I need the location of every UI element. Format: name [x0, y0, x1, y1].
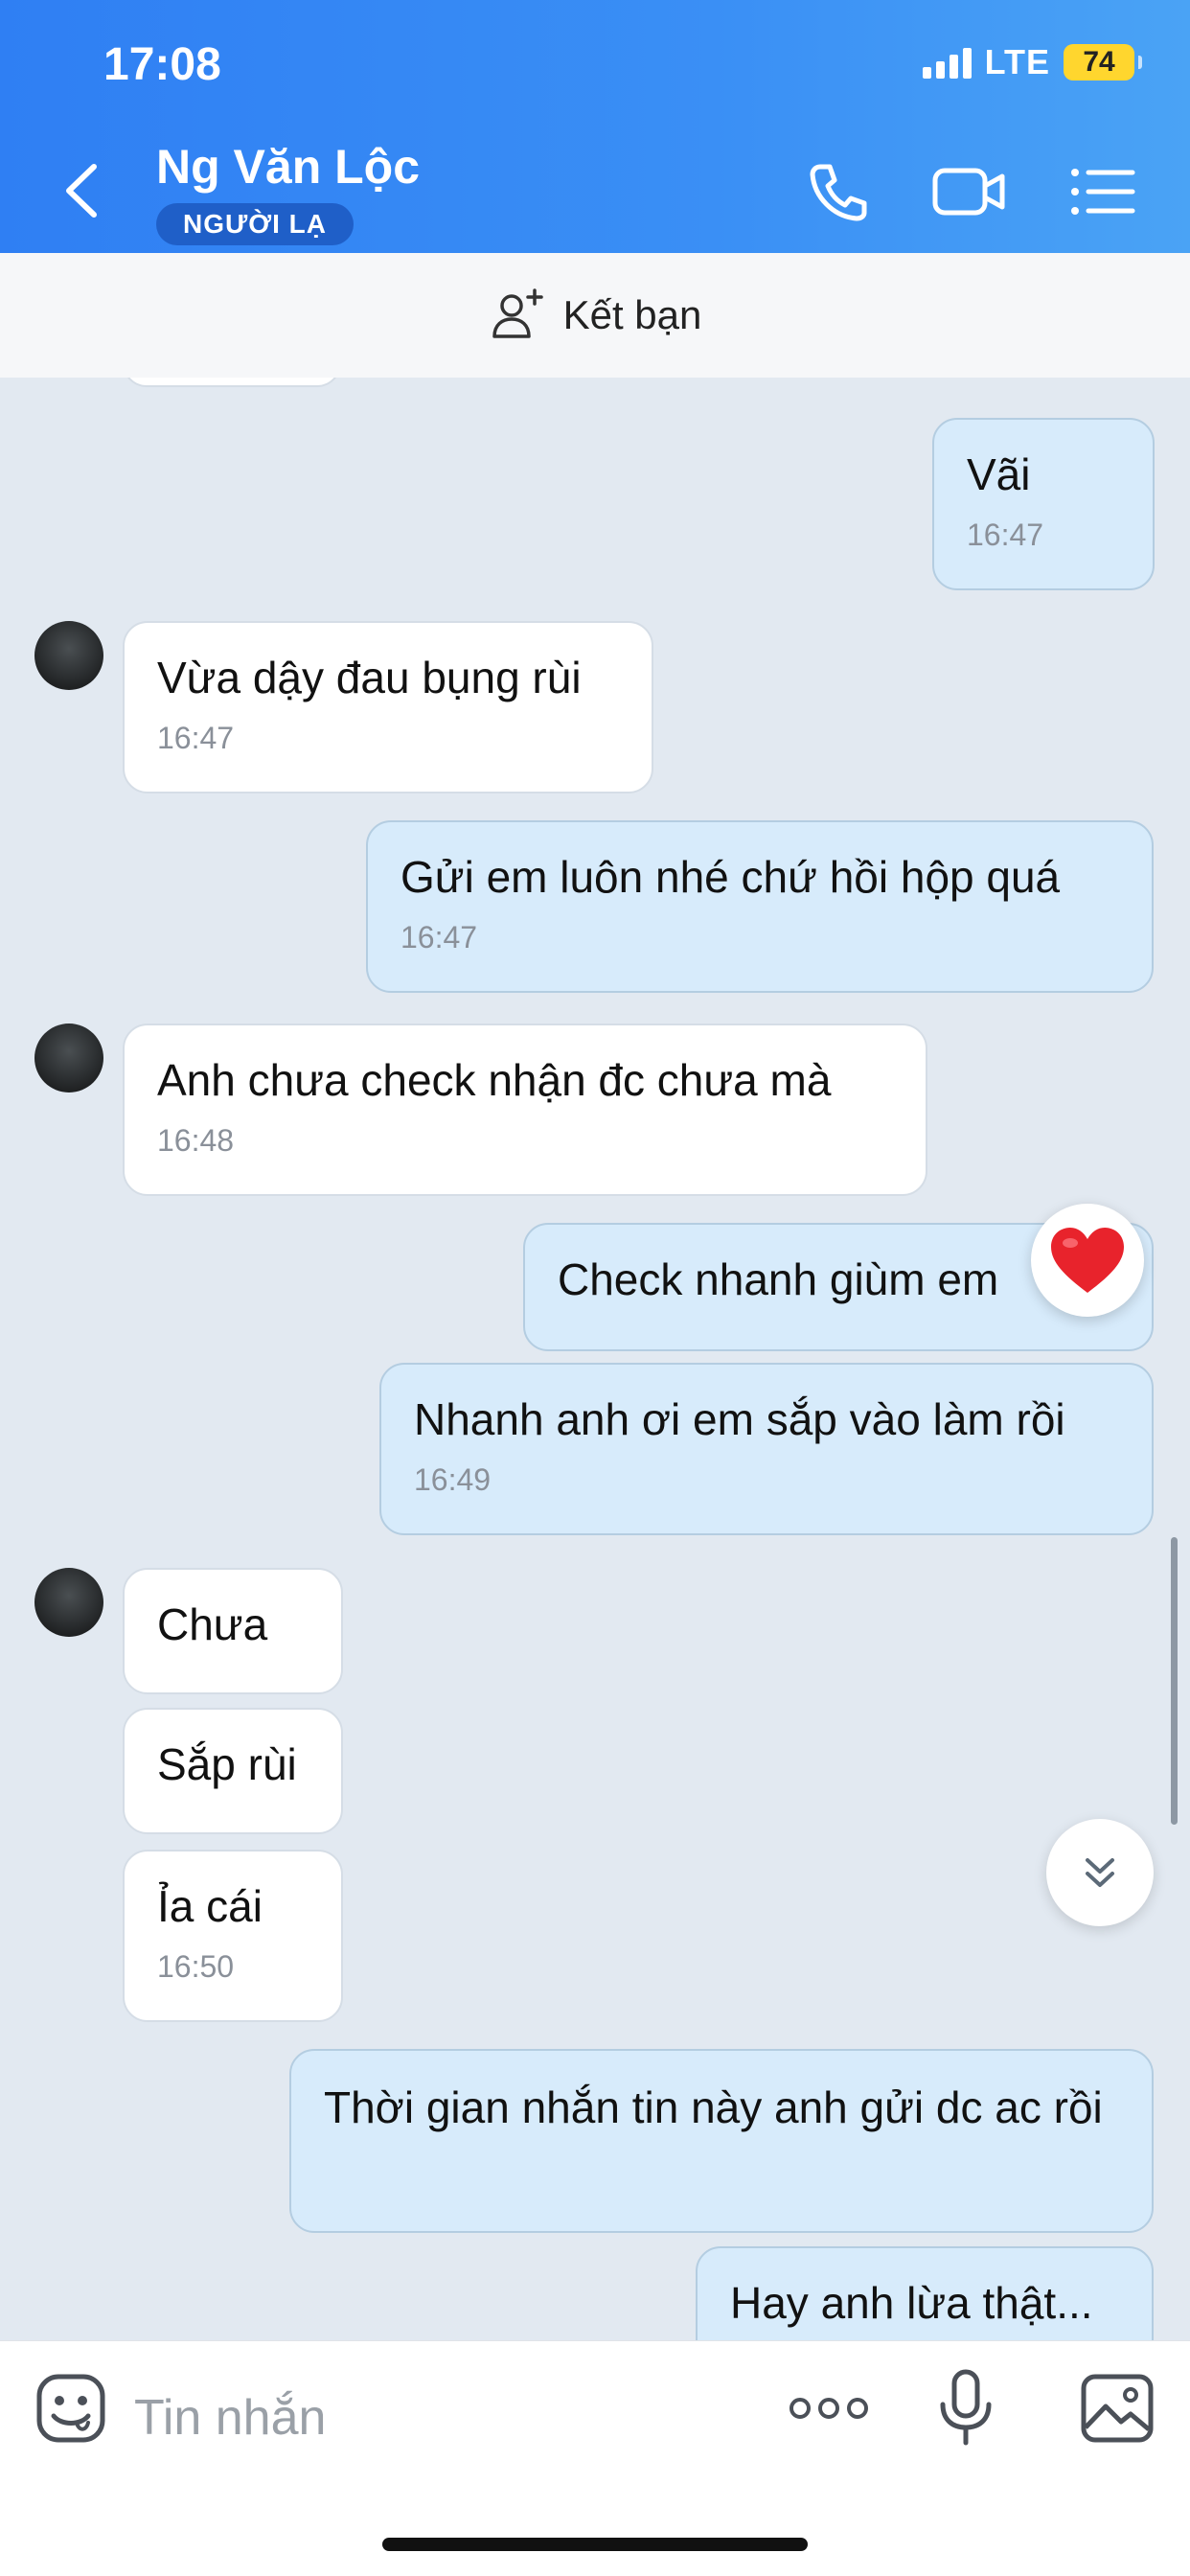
home-indicator[interactable] — [382, 2538, 808, 2551]
message-bubble-outgoing[interactable]: Thời gian nhắn tin này anh gửi dc ac rồi — [289, 2049, 1154, 2233]
message-text: Vừa dậy đau bụng rùi — [157, 653, 582, 702]
stranger-badge: NGƯỜI LẠ — [156, 203, 354, 245]
message-text: Nhanh anh ơi em sắp vào làm rồi — [414, 1394, 1065, 1444]
message-time: 16:47 — [967, 518, 1044, 552]
image-icon — [1081, 2374, 1154, 2443]
network-type: LTE — [984, 42, 1050, 81]
chevron-left-icon — [66, 164, 97, 218]
microphone-icon — [940, 2369, 992, 2446]
more-options-button[interactable] — [786, 2380, 872, 2442]
message-text: Gửi em luôn nhé chứ hồi hộp quá — [400, 852, 1061, 902]
message-bubble-outgoing[interactable]: Nhanh anh ơi em sắp vào làm rồi 16:49 — [379, 1363, 1154, 1535]
message-text: Ỉa cái — [157, 1881, 263, 1931]
message-bubble-outgoing[interactable]: Hay anh lừa thật... — [696, 2246, 1154, 2340]
message-bubble-incoming[interactable]: Sắp rùi — [123, 1708, 343, 1834]
message-time: 16:49 — [414, 1462, 492, 1497]
message-bubble-outgoing[interactable]: Gửi em luôn nhé chứ hồi hộp quá 16:47 — [366, 820, 1154, 993]
voice-message-button[interactable] — [935, 2368, 996, 2453]
message-text: Thời gian nhắn tin này anh gửi dc ac rồi — [324, 2082, 1103, 2132]
message-bubble-incoming[interactable]: Anh chưa check nhận đc chưa mà 16:48 — [123, 1024, 927, 1196]
heart-reaction[interactable] — [1031, 1204, 1144, 1317]
back-button[interactable] — [57, 157, 105, 224]
signal-icon — [922, 46, 972, 79]
message-text: Chưa — [157, 1599, 268, 1649]
message-bubble-outgoing[interactable]: Vãi 16:47 — [932, 418, 1155, 590]
avatar[interactable] — [34, 1568, 103, 1637]
options-button[interactable] — [1065, 153, 1142, 230]
status-indicators: LTE 74 — [922, 42, 1142, 82]
add-friend-button[interactable]: Kết bạn — [0, 253, 1190, 378]
chat-header: 17:08 LTE 74 Ng Văn Lộc NGƯỜI LẠ — [0, 0, 1190, 253]
message-bubble-incoming[interactable]: Chưa — [123, 1568, 343, 1694]
sticker-icon — [36, 2374, 105, 2443]
add-friend-label: Kết bạn — [562, 292, 702, 337]
scroll-to-bottom-button[interactable] — [1046, 1819, 1154, 1926]
send-image-button[interactable] — [1079, 2372, 1156, 2450]
message-text: Hay anh lừa thật... — [730, 2278, 1093, 2328]
message-bubble-partial — [123, 378, 341, 387]
message-time: 16:47 — [400, 920, 478, 954]
avatar[interactable] — [34, 1024, 103, 1092]
avatar[interactable] — [34, 621, 103, 690]
message-text: Vãi — [967, 449, 1031, 499]
message-input[interactable] — [134, 2380, 747, 2456]
battery-icon: 74 — [1064, 44, 1142, 80]
message-bubble-incoming[interactable]: Vừa dậy đau bụng rùi 16:47 — [123, 621, 653, 794]
video-call-button[interactable] — [929, 153, 1006, 230]
message-time: 16:47 — [157, 721, 235, 755]
message-text: Anh chưa check nhận đc chưa mà — [157, 1055, 832, 1105]
call-button[interactable] — [799, 153, 876, 230]
double-chevron-down-icon — [1086, 1858, 1114, 1887]
scrollbar[interactable] — [1171, 1537, 1178, 1825]
menu-list-icon — [1071, 169, 1135, 215]
battery-level: 74 — [1083, 46, 1115, 78]
message-list[interactable]: Vãi 16:47 Vừa dậy đau bụng rùi 16:47 Gửi… — [0, 378, 1190, 2340]
message-bubble-incoming[interactable]: Ỉa cái 16:50 — [123, 1850, 343, 2022]
add-user-icon — [492, 288, 543, 338]
phone-icon — [810, 164, 867, 221]
message-time: 16:50 — [157, 1949, 235, 1984]
status-time: 17:08 — [103, 39, 221, 90]
sticker-button[interactable] — [33, 2370, 109, 2451]
video-camera-icon — [932, 168, 1005, 216]
contact-name[interactable]: Ng Văn Lộc — [156, 139, 420, 195]
more-icon — [790, 2398, 868, 2419]
message-time: 16:48 — [157, 1123, 235, 1158]
message-text: Sắp rùi — [157, 1739, 297, 1789]
heart-icon — [1051, 1228, 1124, 1293]
